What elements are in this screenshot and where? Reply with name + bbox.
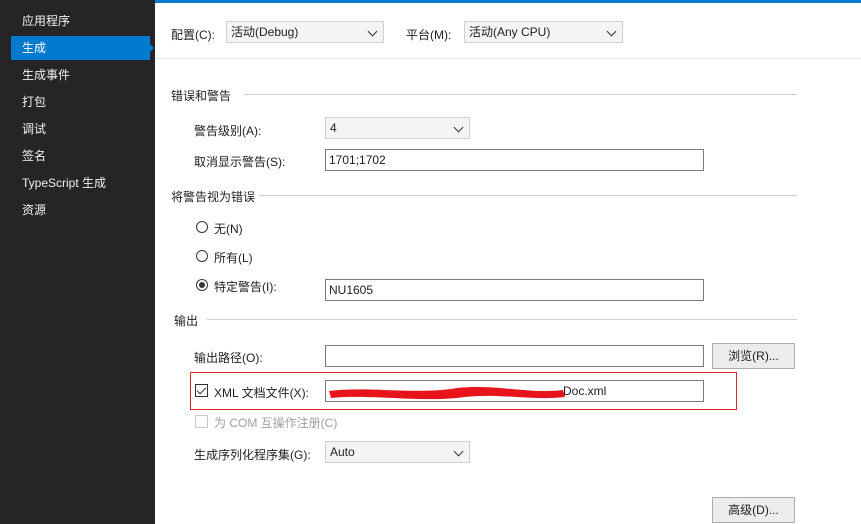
divider [155, 58, 861, 59]
sidebar-item-build[interactable]: 生成 [11, 36, 150, 60]
serialization-label: 生成序列化程序集(G): [194, 448, 311, 462]
sidebar-item-typescript-build[interactable]: TypeScript 生成 [11, 171, 150, 195]
treat-warnings-section-title: 将警告视为错误 [171, 190, 256, 204]
chevron-down-icon [606, 26, 617, 37]
radio-none[interactable] [196, 221, 208, 233]
chevron-down-icon [453, 446, 464, 457]
sidebar: 应用程序 生成 生成事件 打包 调试 签名 TypeScript 生成 资源 [0, 0, 155, 524]
sidebar-item-build-events[interactable]: 生成事件 [11, 63, 150, 87]
warning-level-dropdown[interactable]: 4 [325, 117, 470, 139]
suppress-warnings-input[interactable]: 1701;1702 [325, 149, 704, 171]
browse-button[interactable]: 浏览(R)... [712, 343, 795, 369]
active-item-pointer [148, 42, 154, 54]
suppress-warnings-label: 取消显示警告(S): [194, 155, 286, 169]
build-settings-panel: 配置(C): 活动(Debug) 平台(M): 活动(Any CPU) 错误和警… [155, 3, 861, 524]
redaction-scribble [329, 387, 565, 400]
sidebar-item-application[interactable]: 应用程序 [11, 9, 150, 33]
platform-dropdown[interactable]: 活动(Any CPU) [464, 21, 623, 43]
output-path-label: 输出路径(O): [194, 351, 263, 365]
section-rule [259, 195, 797, 196]
radio-all-label[interactable]: 所有(L) [214, 249, 253, 266]
radio-selected-dot [199, 282, 205, 288]
warning-level-value: 4 [330, 121, 337, 135]
com-interop-label: 为 COM 互操作注册(C) [214, 416, 338, 430]
radio-all[interactable] [196, 250, 208, 262]
radio-specific-label[interactable]: 特定警告(I): [214, 278, 277, 295]
chevron-down-icon [453, 122, 464, 133]
output-path-input[interactable] [325, 345, 704, 367]
section-rule [207, 319, 797, 320]
warning-level-label: 警告级别(A): [194, 124, 262, 138]
serialization-value: Auto [330, 445, 355, 459]
radio-none-label[interactable]: 无(N) [214, 220, 243, 237]
check-icon [196, 384, 207, 395]
sidebar-item-resources[interactable]: 资源 [11, 198, 150, 222]
advanced-button[interactable]: 高级(D)... [712, 497, 795, 523]
config-value: 活动(Debug) [231, 25, 299, 39]
platform-value: 活动(Any CPU) [469, 25, 551, 39]
com-interop-checkbox [195, 415, 208, 428]
specific-warnings-input[interactable]: NU1605 [325, 279, 704, 301]
chevron-down-icon [367, 26, 378, 37]
config-dropdown[interactable]: 活动(Debug) [226, 21, 384, 43]
section-rule [244, 94, 797, 95]
radio-specific[interactable] [196, 279, 208, 291]
output-section-title: 输出 [174, 314, 199, 328]
sidebar-item-signing[interactable]: 签名 [11, 144, 150, 168]
errors-section-title: 错误和警告 [171, 89, 232, 103]
xml-doc-label[interactable]: XML 文档文件(X): [214, 384, 309, 401]
xml-doc-checkbox[interactable] [195, 384, 208, 397]
sidebar-item-debug[interactable]: 调试 [11, 117, 150, 141]
sidebar-item-package[interactable]: 打包 [11, 90, 150, 114]
serialization-dropdown[interactable]: Auto [325, 441, 470, 463]
config-label: 配置(C): [171, 28, 215, 42]
platform-label: 平台(M): [406, 28, 452, 42]
